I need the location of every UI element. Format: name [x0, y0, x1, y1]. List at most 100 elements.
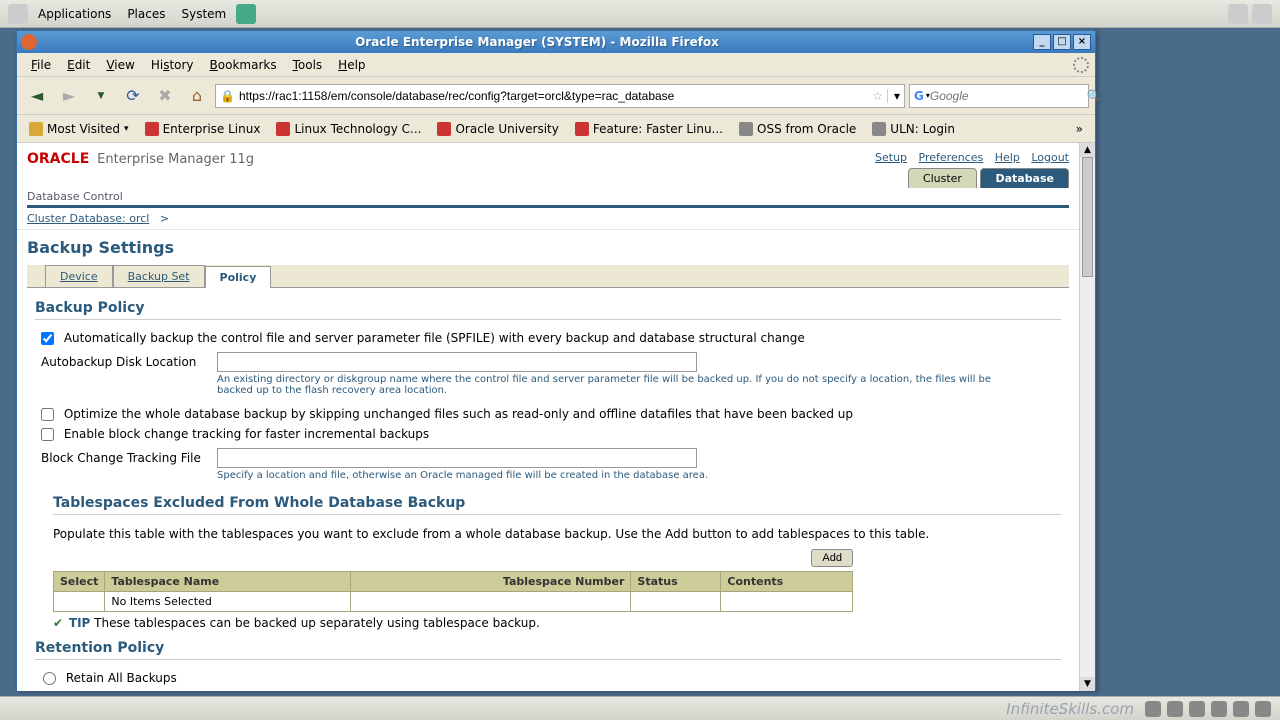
- firefox-icon: [21, 34, 37, 50]
- firefox-window: Oracle Enterprise Manager (SYSTEM) - Moz…: [16, 30, 1096, 690]
- menu-history[interactable]: History: [143, 56, 202, 74]
- search-go-icon[interactable]: 🔍: [1087, 89, 1102, 103]
- menu-help[interactable]: Help: [330, 56, 373, 74]
- breadcrumb: Cluster Database: orcl >: [17, 208, 1079, 230]
- checkbox-block-change-tracking[interactable]: [41, 428, 54, 441]
- site-icon: [276, 122, 290, 136]
- bookmarks-overflow-icon[interactable]: »: [1070, 120, 1089, 138]
- scroll-up-icon[interactable]: ▲: [1080, 143, 1095, 157]
- section-backup-policy: Backup Policy: [35, 300, 1061, 320]
- label-autobackup-location: Autobackup Disk Location: [41, 352, 207, 369]
- url-dropdown-icon[interactable]: ▾: [887, 89, 900, 103]
- scroll-down-icon[interactable]: ▼: [1080, 677, 1095, 691]
- bookmark-most-visited[interactable]: Most Visited▾: [23, 120, 135, 138]
- header-links: Setup Preferences Help Logout Cluster Da…: [867, 151, 1069, 188]
- volume-icon[interactable]: [1252, 4, 1272, 24]
- input-autobackup-location[interactable]: [217, 352, 697, 372]
- globe-icon[interactable]: [236, 4, 256, 24]
- window-minimize-button[interactable]: _: [1033, 34, 1051, 50]
- vertical-scrollbar[interactable]: ▲ ▼: [1079, 143, 1095, 691]
- tab-database[interactable]: Database: [980, 168, 1069, 188]
- panel-places[interactable]: Places: [119, 3, 173, 25]
- gnome-foot-icon[interactable]: [8, 4, 28, 24]
- label-optimize-backup: Optimize the whole database backup by sk…: [64, 407, 853, 421]
- section-tablespaces-excluded: Tablespaces Excluded From Whole Database…: [53, 495, 1061, 515]
- col-contents: Contents: [721, 572, 853, 592]
- menu-bookmarks[interactable]: Bookmarks: [202, 56, 285, 74]
- input-bct-file[interactable]: [217, 448, 697, 468]
- url-input[interactable]: [239, 89, 868, 103]
- back-button[interactable]: ◄: [23, 82, 51, 110]
- checkbox-auto-backup-spfile[interactable]: [41, 332, 54, 345]
- label-bct-file: Block Change Tracking File: [41, 448, 207, 465]
- home-button[interactable]: ⌂: [183, 82, 211, 110]
- throbber-icon: [1073, 57, 1089, 73]
- menu-view[interactable]: View: [98, 56, 142, 74]
- table-header-row: Select Tablespace Name Tablespace Number…: [54, 572, 853, 592]
- window-close-button[interactable]: ×: [1073, 34, 1091, 50]
- lock-icon: 🔒: [220, 89, 235, 103]
- url-bar[interactable]: 🔒 ☆ ▾: [215, 84, 905, 108]
- section-retention-policy: Retention Policy: [35, 640, 1061, 660]
- link-help[interactable]: Help: [995, 151, 1020, 164]
- reload-button[interactable]: ⟳: [119, 82, 147, 110]
- google-icon: G: [914, 89, 924, 103]
- search-box[interactable]: G▾ 🔍: [909, 84, 1089, 108]
- breadcrumb-sep: >: [160, 212, 169, 225]
- link-preferences[interactable]: Preferences: [919, 151, 984, 164]
- bookmark-uln[interactable]: ULN: Login: [866, 120, 961, 138]
- bookmark-enterprise-linux[interactable]: Enterprise Linux: [139, 120, 267, 138]
- menu-file[interactable]: File: [23, 56, 59, 74]
- site-icon: [575, 122, 589, 136]
- subtabs: Device Backup Set Policy: [27, 265, 1069, 288]
- product-name: Enterprise Manager 11g: [97, 152, 254, 167]
- tray-icon[interactable]: [1167, 701, 1183, 717]
- table-empty-row: No Items Selected: [54, 592, 853, 612]
- tray-icon[interactable]: [1233, 701, 1249, 717]
- desktop-bottom-panel: InfiniteSkills.com: [0, 696, 1280, 720]
- label-block-change-tracking: Enable block change tracking for faster …: [64, 427, 429, 441]
- stop-button[interactable]: ✖: [151, 82, 179, 110]
- link-logout[interactable]: Logout: [1031, 151, 1069, 164]
- menu-tools[interactable]: Tools: [285, 56, 331, 74]
- window-maximize-button[interactable]: □: [1053, 34, 1071, 50]
- tray-icon[interactable]: [1211, 701, 1227, 717]
- subtab-policy[interactable]: Policy: [205, 266, 272, 288]
- tip-label: TIP: [69, 616, 90, 630]
- forward-button[interactable]: ►: [55, 82, 83, 110]
- site-icon: [739, 122, 753, 136]
- panel-applications[interactable]: Applications: [30, 3, 119, 25]
- radio-retain-all[interactable]: [43, 672, 56, 685]
- menubar: File Edit View History Bookmarks Tools H…: [17, 53, 1095, 77]
- checkbox-optimize-backup[interactable]: [41, 408, 54, 421]
- bookmark-star-icon[interactable]: ☆: [872, 89, 883, 103]
- subtab-device[interactable]: Device: [45, 265, 113, 287]
- tab-cluster[interactable]: Cluster: [908, 168, 977, 188]
- add-tablespace-button[interactable]: Add: [811, 549, 853, 567]
- window-title: Oracle Enterprise Manager (SYSTEM) - Moz…: [43, 35, 1031, 49]
- network-icon[interactable]: [1228, 4, 1248, 24]
- label-retain-all: Retain All Backups: [66, 671, 177, 685]
- site-icon: [437, 122, 451, 136]
- link-setup[interactable]: Setup: [875, 151, 907, 164]
- breadcrumb-link[interactable]: Cluster Database: orcl: [27, 212, 149, 225]
- label-auto-backup-spfile: Automatically backup the control file an…: [64, 331, 805, 345]
- scrollbar-thumb[interactable]: [1082, 157, 1093, 277]
- tip-icon: ✔: [53, 616, 63, 630]
- subtab-backup-set[interactable]: Backup Set: [113, 265, 205, 287]
- tray-icon[interactable]: [1145, 701, 1161, 717]
- tray-trash-icon[interactable]: [1255, 701, 1271, 717]
- bookmarks-toolbar: Most Visited▾ Enterprise Linux Linux Tec…: [17, 115, 1095, 143]
- menu-edit[interactable]: Edit: [59, 56, 98, 74]
- recent-pages-dropdown[interactable]: ▼: [87, 82, 115, 110]
- window-titlebar: Oracle Enterprise Manager (SYSTEM) - Moz…: [17, 31, 1095, 53]
- site-icon: [145, 122, 159, 136]
- bookmark-oss[interactable]: OSS from Oracle: [733, 120, 862, 138]
- search-input[interactable]: [930, 89, 1087, 103]
- bookmark-linux-tech[interactable]: Linux Technology C...: [270, 120, 427, 138]
- bookmark-oracle-univ[interactable]: Oracle University: [431, 120, 564, 138]
- col-number: Tablespace Number: [351, 572, 631, 592]
- panel-system[interactable]: System: [173, 3, 234, 25]
- tray-icon[interactable]: [1189, 701, 1205, 717]
- bookmark-faster-linux[interactable]: Feature: Faster Linu...: [569, 120, 729, 138]
